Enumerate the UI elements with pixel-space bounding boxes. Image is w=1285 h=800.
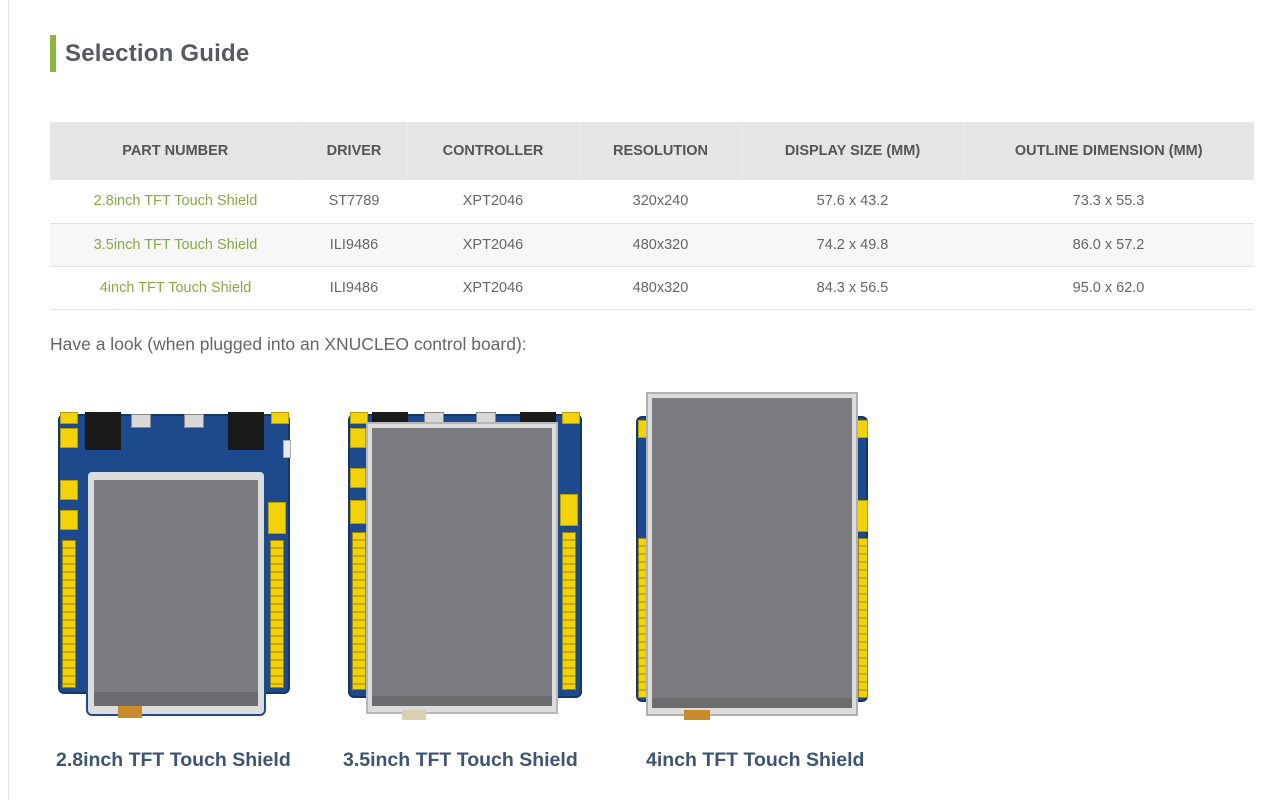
jumper bbox=[350, 428, 366, 448]
driver-cell: ST7789 bbox=[301, 180, 407, 224]
usb-port bbox=[184, 414, 204, 428]
board-image-2-8inch bbox=[58, 410, 291, 720]
pin-header-right bbox=[562, 532, 576, 690]
flex-cable bbox=[402, 710, 426, 720]
pin-header-right bbox=[858, 538, 868, 698]
outline-dimension-cell: 95.0 x 62.0 bbox=[963, 266, 1254, 310]
controller-cell: XPT2046 bbox=[407, 223, 579, 267]
heading-accent-bar bbox=[50, 35, 56, 72]
column-header-resolution: RESOLUTION bbox=[578, 122, 742, 180]
lcd-screen bbox=[652, 398, 852, 698]
flex-cable bbox=[684, 710, 710, 720]
selection-guide-table: PART NUMBER DRIVER CONTROLLER RESOLUTION… bbox=[50, 122, 1254, 310]
table-header-row: PART NUMBER DRIVER CONTROLLER RESOLUTION… bbox=[50, 122, 1254, 180]
table-row: 3.5inch TFT Touch Shield ILI9486 XPT2046… bbox=[50, 223, 1254, 267]
usb-port bbox=[131, 414, 151, 428]
lcd-bottom-strip bbox=[652, 698, 852, 708]
part-link[interactable]: 2.8inch TFT Touch Shield bbox=[94, 193, 258, 209]
page-left-border bbox=[8, 0, 9, 800]
display-size-cell: 57.6 x 43.2 bbox=[742, 180, 963, 224]
board-image-4inch bbox=[636, 388, 872, 722]
corner-pin bbox=[562, 412, 580, 424]
jumper bbox=[560, 494, 578, 526]
button bbox=[283, 440, 291, 458]
power-header bbox=[228, 412, 264, 450]
part-link[interactable]: 4inch TFT Touch Shield bbox=[100, 280, 252, 296]
part-number-cell: 4inch TFT Touch Shield bbox=[50, 266, 301, 310]
table-row: 2.8inch TFT Touch Shield ST7789 XPT2046 … bbox=[50, 180, 1254, 224]
section-title: Selection Guide bbox=[65, 39, 250, 67]
driver-cell: ILI9486 bbox=[301, 266, 407, 310]
lcd-bottom-strip bbox=[94, 692, 258, 706]
part-number-cell: 2.8inch TFT Touch Shield bbox=[50, 180, 301, 224]
pin-header-left bbox=[62, 540, 76, 688]
board-caption: 2.8inch TFT Touch Shield bbox=[56, 749, 291, 771]
jumper bbox=[60, 480, 78, 500]
controller-cell: XPT2046 bbox=[407, 180, 579, 224]
column-header-part-number: PART NUMBER bbox=[50, 122, 301, 180]
display-size-cell: 84.3 x 56.5 bbox=[742, 266, 963, 310]
jumper bbox=[60, 510, 78, 530]
lcd-bottom-strip bbox=[372, 696, 552, 706]
part-number-cell: 3.5inch TFT Touch Shield bbox=[50, 223, 301, 267]
part-link[interactable]: 3.5inch TFT Touch Shield bbox=[94, 237, 258, 253]
resolution-cell: 480x320 bbox=[579, 266, 742, 310]
column-header-controller: CONTROLLER bbox=[406, 122, 579, 180]
resolution-cell: 480x320 bbox=[579, 223, 742, 267]
board-gallery: 2.8inch TFT Touch Shield 3.5inch TFT Tou… bbox=[50, 380, 890, 800]
display-size-cell: 74.2 x 49.8 bbox=[742, 223, 963, 267]
board-image-3-5inch bbox=[348, 410, 582, 720]
intro-text: Have a look (when plugged into an XNUCLE… bbox=[50, 334, 527, 354]
jumper bbox=[350, 468, 366, 488]
jumper bbox=[350, 500, 366, 524]
outline-dimension-cell: 86.0 x 57.2 bbox=[963, 223, 1254, 267]
dc-jack bbox=[85, 412, 121, 450]
board-caption: 4inch TFT Touch Shield bbox=[646, 749, 865, 771]
jumper bbox=[60, 428, 78, 448]
controller-cell: XPT2046 bbox=[407, 266, 579, 310]
flex-cable bbox=[118, 706, 142, 718]
lcd-screen bbox=[372, 428, 552, 696]
column-header-display-size: DISPLAY SIZE (MM) bbox=[741, 122, 963, 180]
pin-header-right bbox=[270, 540, 284, 688]
table-row: 4inch TFT Touch Shield ILI9486 XPT2046 4… bbox=[50, 266, 1254, 310]
lcd-screen bbox=[94, 480, 258, 692]
column-header-driver: DRIVER bbox=[300, 122, 407, 180]
resolution-cell: 320x240 bbox=[579, 180, 742, 224]
section-heading: Selection Guide bbox=[50, 35, 249, 72]
pin-header-left bbox=[352, 532, 366, 690]
jumper bbox=[268, 502, 286, 534]
driver-cell: ILI9486 bbox=[301, 223, 407, 267]
corner-pin bbox=[271, 412, 289, 424]
column-header-outline-dimension: OUTLINE DIMENSION (MM) bbox=[962, 122, 1254, 180]
outline-dimension-cell: 73.3 x 55.3 bbox=[963, 180, 1254, 224]
board-caption: 3.5inch TFT Touch Shield bbox=[343, 749, 578, 771]
corner-pin bbox=[60, 412, 78, 424]
